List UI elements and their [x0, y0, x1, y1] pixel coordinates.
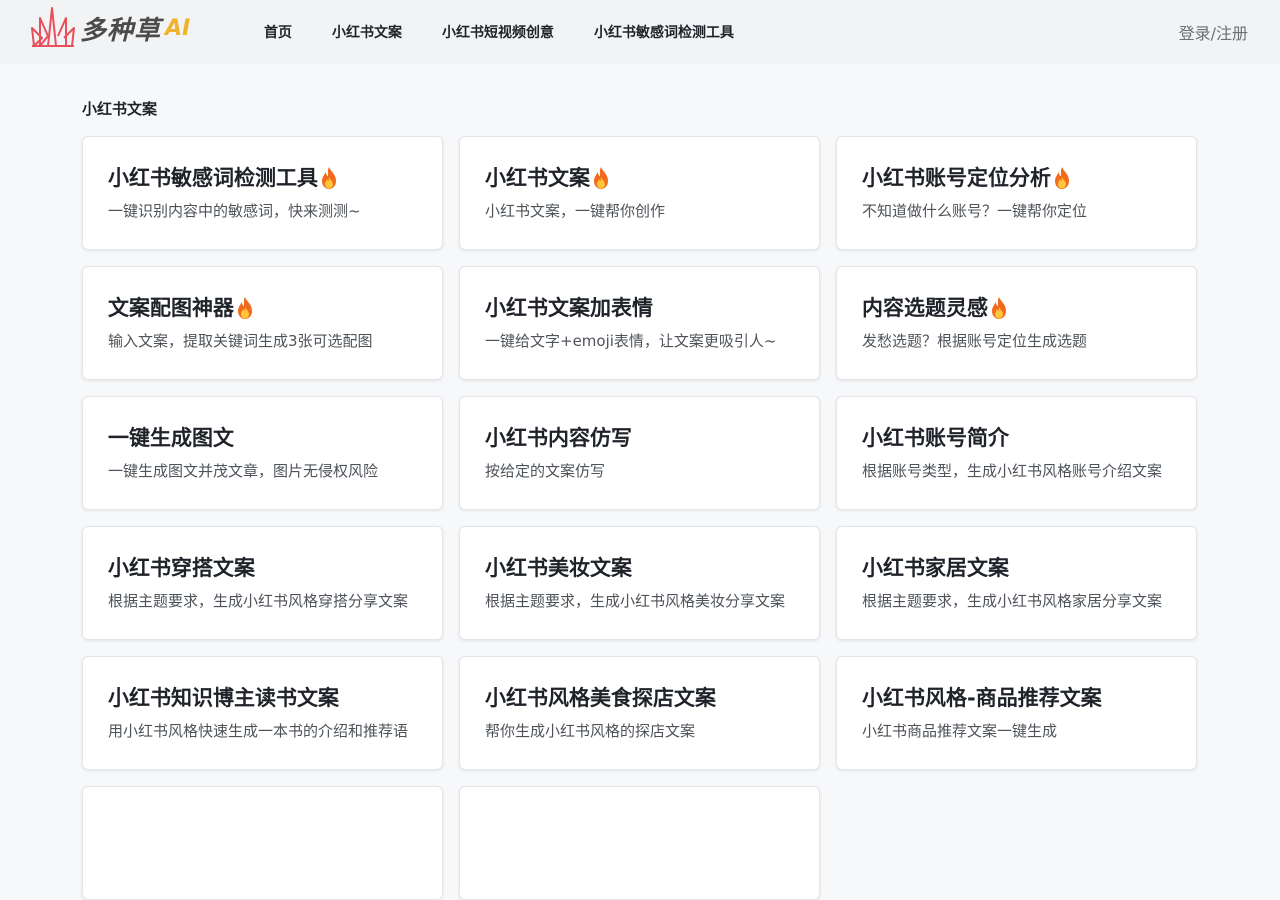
fire-icon: [1052, 166, 1072, 190]
tool-card-title-text: 小红书文案: [485, 166, 590, 190]
logo-text: 多种草: [80, 15, 162, 46]
tool-card[interactable]: 内容选题灵感发愁选题？根据账号定位生成选题: [836, 266, 1197, 380]
top-navigation-bar: 多种草 AI 首页 小红书文案 小红书短视频创意 小红书敏感词检测工具 登录/注…: [0, 0, 1280, 64]
tool-card-description: 帮你生成小红书风格的探店文案: [485, 722, 696, 740]
tool-card[interactable]: 小红书知识博主读书文案用小红书风格快速生成一本书的介绍和推荐语: [82, 656, 443, 770]
tool-card[interactable]: 小红书敏感词检测工具一键识别内容中的敏感词，快来测测~: [82, 136, 443, 250]
tool-card-title-text: 小红书账号简介: [862, 426, 1009, 450]
tool-card-title-text: 文案配图神器: [108, 296, 234, 320]
tool-card-title-text: 一键生成图文: [108, 426, 234, 450]
tool-card[interactable]: [82, 786, 443, 900]
tool-card-title: 小红书账号定位分析: [862, 163, 1172, 193]
tool-card-description: 根据主题要求，生成小红书风格家居分享文案: [862, 592, 1163, 610]
tool-card-description: 小红书商品推荐文案一键生成: [862, 722, 1058, 740]
tool-card-title: 小红书美妆文案: [485, 553, 795, 583]
tool-card-description: 根据账号类型，生成小红书风格账号介绍文案: [862, 462, 1163, 480]
tool-card-title-text: 小红书账号定位分析: [862, 166, 1051, 190]
tool-card-description: 根据主题要求，生成小红书风格穿搭分享文案: [108, 592, 409, 610]
tool-card-title-text: 小红书风格-商品推荐文案: [862, 686, 1102, 710]
tool-card[interactable]: 小红书风格美食探店文案帮你生成小红书风格的探店文案: [459, 656, 820, 770]
tool-card-description: 不知道做什么账号？一键帮你定位: [862, 202, 1088, 220]
section-title: 小红书文案: [82, 100, 158, 118]
tool-card[interactable]: 一键生成图文一键生成图文并茂文章，图片无侵权风险: [82, 396, 443, 510]
fire-icon: [989, 296, 1009, 320]
grass-logo-icon: [31, 7, 75, 47]
tool-card-description: 小红书文案，一键帮你创作: [485, 202, 666, 220]
fire-icon: [319, 166, 339, 190]
tool-card-title-text: 小红书家居文案: [862, 556, 1009, 580]
tool-card-title: 小红书家居文案: [862, 553, 1172, 583]
tool-card-description: 根据主题要求，生成小红书风格美妆分享文案: [485, 592, 786, 610]
tool-card-title-text: 小红书穿搭文案: [108, 556, 255, 580]
logo-ai-text: AI: [165, 15, 191, 41]
tool-card-title: 小红书账号简介: [862, 423, 1172, 453]
tool-card-title: 小红书知识博主读书文案: [108, 683, 418, 713]
nav-item-home[interactable]: 首页: [264, 22, 292, 42]
tool-card-title-text: 小红书敏感词检测工具: [108, 166, 318, 190]
tool-card-title: 文案配图神器: [108, 293, 418, 323]
tool-card-description: 一键给文字+emoji表情，让文案更吸引人~: [485, 332, 777, 350]
tool-card-title: 小红书文案加表情: [485, 293, 795, 323]
tool-card-title-text: 小红书美妆文案: [485, 556, 632, 580]
login-register-link[interactable]: 登录/注册: [1179, 0, 1248, 64]
tool-card-title: 一键生成图文: [108, 423, 418, 453]
tool-card-description: 输入文案，提取关键词生成3张可选配图: [108, 332, 373, 350]
tool-card[interactable]: 小红书内容仿写按给定的文案仿写: [459, 396, 820, 510]
tool-card[interactable]: 小红书文案小红书文案，一键帮你创作: [459, 136, 820, 250]
tool-card-title-text: 小红书知识博主读书文案: [108, 686, 339, 710]
fire-icon: [235, 296, 255, 320]
tool-card[interactable]: 小红书文案加表情一键给文字+emoji表情，让文案更吸引人~: [459, 266, 820, 380]
fire-icon: [591, 166, 611, 190]
main-nav: 首页 小红书文案 小红书短视频创意 小红书敏感词检测工具: [264, 0, 774, 64]
site-logo[interactable]: 多种草 AI: [30, 6, 190, 50]
tool-card-title-text: 内容选题灵感: [862, 296, 988, 320]
tool-card[interactable]: 小红书穿搭文案根据主题要求，生成小红书风格穿搭分享文案: [82, 526, 443, 640]
tool-card[interactable]: 小红书账号定位分析不知道做什么账号？一键帮你定位: [836, 136, 1197, 250]
nav-item-xhs-short-video[interactable]: 小红书短视频创意: [442, 22, 554, 42]
tool-card-title: 小红书文案: [485, 163, 795, 193]
tool-card-grid: 小红书敏感词检测工具 一键识别内容中的敏感词，快来测测~ 小红书文案 小红书文案，一键…: [82, 136, 1198, 900]
nav-item-xhs-copywriting[interactable]: 小红书文案: [332, 22, 402, 42]
tool-card[interactable]: 小红书美妆文案根据主题要求，生成小红书风格美妆分享文案: [459, 526, 820, 640]
tool-card[interactable]: 小红书账号简介根据账号类型，生成小红书风格账号介绍文案: [836, 396, 1197, 510]
tool-card-title-text: 小红书文案加表情: [485, 296, 653, 320]
tool-card-title: 小红书穿搭文案: [108, 553, 418, 583]
tool-card-description: 一键识别内容中的敏感词，快来测测~: [108, 202, 361, 220]
tool-card-title: 小红书风格-商品推荐文案: [862, 683, 1172, 713]
tool-card-title: 内容选题灵感: [862, 293, 1172, 323]
tool-card[interactable]: [459, 786, 820, 900]
tool-card[interactable]: 小红书家居文案根据主题要求，生成小红书风格家居分享文案: [836, 526, 1197, 640]
tool-card-description: 一键生成图文并茂文章，图片无侵权风险: [108, 462, 379, 480]
tool-card-description: 发愁选题？根据账号定位生成选题: [862, 332, 1088, 350]
tool-card-title: 小红书风格美食探店文案: [485, 683, 795, 713]
nav-item-sensitive-word-tool[interactable]: 小红书敏感词检测工具: [594, 22, 734, 42]
tool-card-description: 按给定的文案仿写: [485, 462, 606, 480]
tool-card-description: 用小红书风格快速生成一本书的介绍和推荐语: [108, 722, 409, 740]
tool-card[interactable]: 文案配图神器输入文案，提取关键词生成3张可选配图: [82, 266, 443, 380]
tool-card-title-text: 小红书风格美食探店文案: [485, 686, 716, 710]
tool-card-title: 小红书内容仿写: [485, 423, 795, 453]
tool-card-title-text: 小红书内容仿写: [485, 426, 632, 450]
tool-card[interactable]: 小红书风格-商品推荐文案小红书商品推荐文案一键生成: [836, 656, 1197, 770]
tool-card-title: 小红书敏感词检测工具: [108, 163, 418, 193]
